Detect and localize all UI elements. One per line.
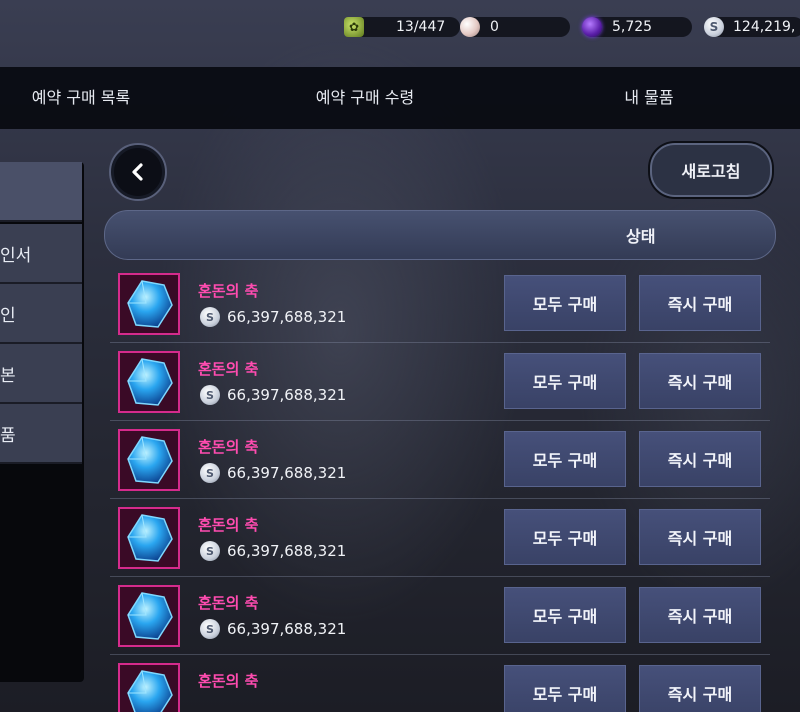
buy-now-button[interactable]: 즉시 구매: [639, 665, 761, 712]
currency-value: 124,219,: [733, 19, 796, 35]
side-menu: 인서 인 본 품: [0, 162, 84, 682]
status-column-label: 상태: [626, 227, 656, 246]
item-list: 혼돈의 축 S 66,397,688,321 모두 구매 즉시 구매 혼돈의 축…: [110, 264, 770, 712]
buy-now-button[interactable]: 즉시 구매: [639, 431, 761, 487]
tab-my-items[interactable]: 내 물품: [574, 67, 724, 129]
item-name: 혼돈의 축: [198, 594, 259, 612]
silver-coin-icon: S: [200, 307, 220, 327]
back-button[interactable]: [109, 143, 167, 201]
buy-now-button[interactable]: 즉시 구매: [639, 275, 761, 331]
list-item: 혼돈의 축 S 66,397,688,321 모두 구매 즉시 구매: [110, 498, 770, 577]
list-header: [104, 210, 776, 260]
item-thumbnail[interactable]: [118, 273, 180, 335]
list-item: 혼돈의 축 모두 구매 즉시 구매: [110, 654, 770, 712]
item-name: 혼돈의 축: [198, 282, 259, 300]
side-menu-item[interactable]: [0, 162, 82, 222]
chevron-left-icon: [132, 163, 143, 181]
currency-value: 0: [490, 19, 499, 35]
item-name: 혼돈의 축: [198, 360, 259, 378]
silver-coin-icon: S: [704, 17, 724, 37]
item-thumbnail[interactable]: [118, 429, 180, 491]
item-price: S 66,397,688,321: [200, 306, 346, 328]
buy-all-button[interactable]: 모두 구매: [504, 509, 626, 565]
item-name: 혼돈의 축: [198, 516, 259, 534]
price-value: 66,397,688,321: [227, 542, 347, 560]
leaf-icon: ✿: [344, 17, 364, 37]
refresh-button[interactable]: 새로고침: [650, 143, 772, 197]
tab-reserve-list[interactable]: 예약 구매 목록: [0, 67, 162, 129]
buy-all-button[interactable]: 모두 구매: [504, 587, 626, 643]
list-item: 혼돈의 축 S 66,397,688,321 모두 구매 즉시 구매: [110, 342, 770, 421]
side-menu-item[interactable]: 인서: [0, 224, 82, 284]
price-value: 66,397,688,321: [227, 620, 347, 638]
item-price: S 66,397,688,321: [200, 462, 346, 484]
price-value: 66,397,688,321: [227, 386, 347, 404]
buy-now-button[interactable]: 즉시 구매: [639, 587, 761, 643]
pearl-icon: [460, 17, 480, 37]
blue-gem-icon: [127, 670, 173, 712]
blue-gem-icon: [127, 358, 173, 406]
silver-coin-icon: S: [200, 385, 220, 405]
item-thumbnail[interactable]: [118, 585, 180, 647]
silver-coin-icon: S: [200, 619, 220, 639]
item-thumbnail[interactable]: [118, 663, 180, 712]
item-thumbnail[interactable]: [118, 507, 180, 569]
blue-gem-icon: [127, 280, 173, 328]
side-menu-item[interactable]: 품: [0, 404, 82, 464]
silver-coin-icon: S: [200, 463, 220, 483]
blue-gem-icon: [127, 592, 173, 640]
buy-all-button[interactable]: 모두 구매: [504, 275, 626, 331]
item-price: S 66,397,688,321: [200, 384, 346, 406]
buy-all-button[interactable]: 모두 구매: [504, 665, 626, 712]
item-thumbnail[interactable]: [118, 351, 180, 413]
tab-bar: 예약 구매 목록 예약 구매 수령 내 물품: [0, 67, 800, 129]
item-name: 혼돈의 축: [198, 438, 259, 456]
side-menu-item[interactable]: 인: [0, 284, 82, 344]
price-value: 66,397,688,321: [227, 308, 347, 326]
purple-orb-icon: [582, 17, 602, 37]
blue-gem-icon: [127, 436, 173, 484]
buy-now-button[interactable]: 즉시 구매: [639, 509, 761, 565]
buy-all-button[interactable]: 모두 구매: [504, 353, 626, 409]
blue-gem-icon: [127, 514, 173, 562]
silver-coin-icon: S: [200, 541, 220, 561]
price-value: 66,397,688,321: [227, 464, 347, 482]
item-price: S 66,397,688,321: [200, 540, 346, 562]
list-item: 혼돈의 축 S 66,397,688,321 모두 구매 즉시 구매: [110, 420, 770, 499]
side-menu-item[interactable]: 본: [0, 344, 82, 404]
tab-reserve-receive[interactable]: 예약 구매 수령: [284, 67, 446, 129]
list-item: 혼돈의 축 S 66,397,688,321 모두 구매 즉시 구매: [110, 264, 770, 343]
buy-now-button[interactable]: 즉시 구매: [639, 353, 761, 409]
currency-value: 13/447: [396, 19, 446, 35]
item-price: S 66,397,688,321: [200, 618, 346, 640]
list-item: 혼돈의 축 S 66,397,688,321 모두 구매 즉시 구매: [110, 576, 770, 655]
buy-all-button[interactable]: 모두 구매: [504, 431, 626, 487]
currency-bar: ✿ 13/447 0 5,725 S 124,219,: [330, 12, 800, 42]
currency-value: 5,725: [612, 19, 653, 35]
item-name: 혼돈의 축: [198, 672, 259, 690]
